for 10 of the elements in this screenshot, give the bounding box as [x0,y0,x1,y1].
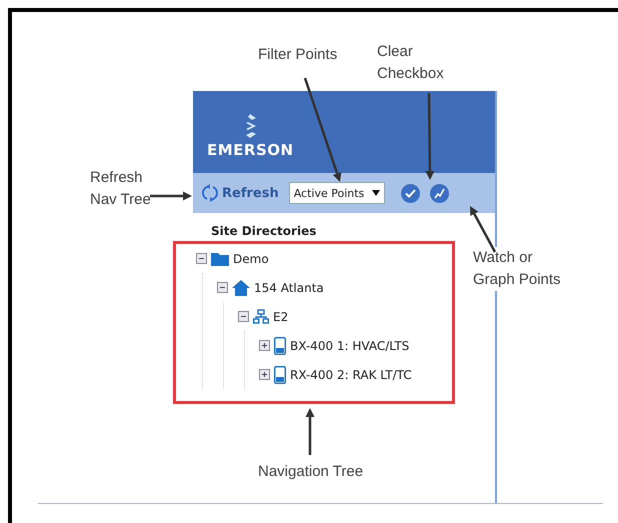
tree-item[interactable]: E2 [273,310,288,324]
refresh-button[interactable]: Refresh [201,184,279,202]
tree-item[interactable]: BX-400 1: HVAC/LTS [290,338,410,352]
tree-item[interactable]: RX-400 2: RAK LT/TC [290,368,412,382]
section-heading: Site Directories [210,223,316,238]
filter-dropdown[interactable]: Active Points [288,182,386,204]
tree-item[interactable]: 154 Atlanta [254,280,324,294]
tree-item[interactable]: Demo [233,252,269,266]
logo-text: EMERSON [207,141,294,159]
callout-label: Watch or Graph Points [473,247,561,291]
